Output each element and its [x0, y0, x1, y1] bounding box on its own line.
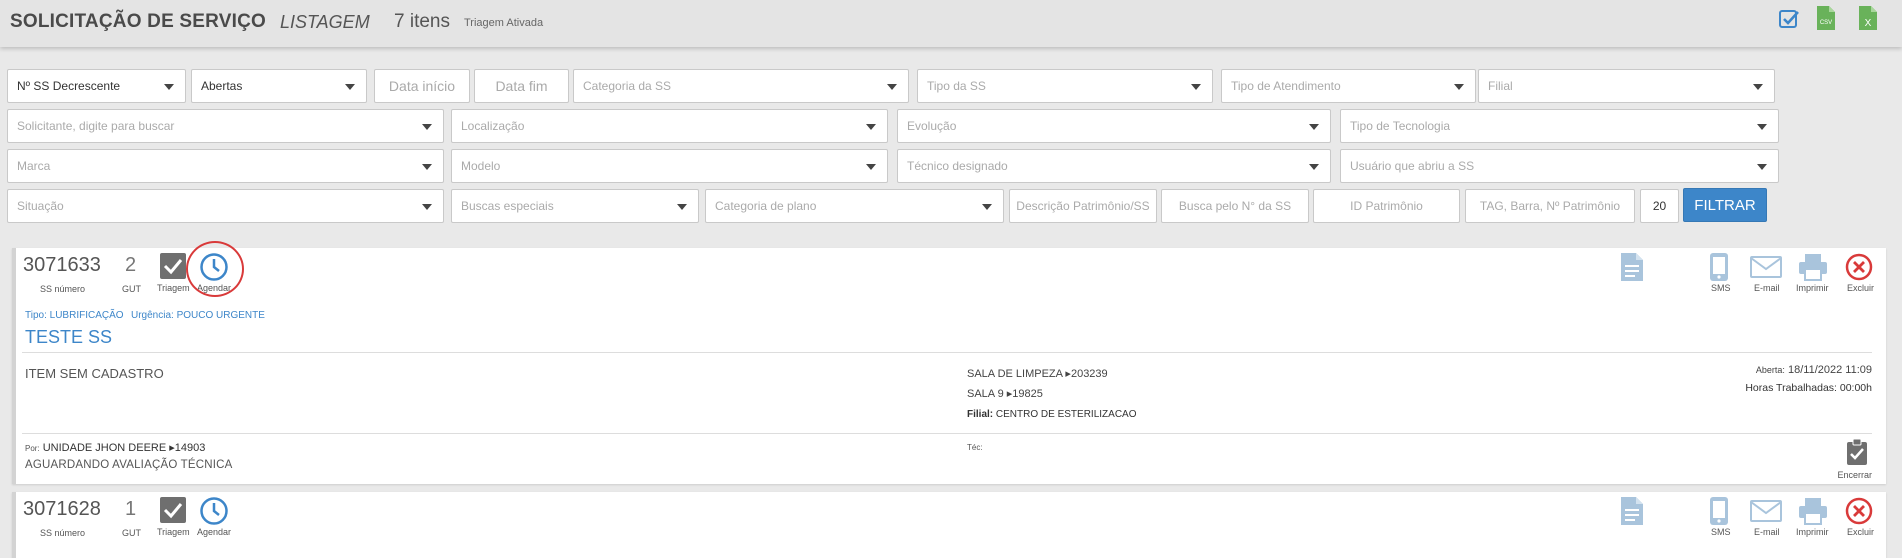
document-icon[interactable] — [1620, 252, 1644, 287]
date-end-input[interactable]: Data fim — [474, 69, 569, 103]
brand-select[interactable]: Marca — [7, 149, 444, 183]
svg-text:X: X — [1865, 18, 1872, 29]
category-select[interactable]: Categoria da SS — [573, 69, 909, 103]
situation-select[interactable]: Situação — [7, 189, 444, 223]
ss-number[interactable]: 3071628 — [23, 498, 101, 521]
triage-label: Triagem — [157, 283, 190, 293]
order-select[interactable]: Nº SS Decrescente — [7, 69, 186, 103]
gut-value: 1 — [125, 498, 137, 520]
special-search-select[interactable]: Buscas especiais — [451, 189, 699, 223]
ss-card: 3071633 SS número 2 GUT Triagem Agendar … — [12, 248, 1886, 484]
by-value: UNIDADE JHON DEERE ▸14903 — [42, 442, 206, 454]
ss-card: 3071628 SS número 1 GUT Triagem Agendar … — [12, 492, 1886, 558]
divider — [22, 352, 1872, 353]
technician-label: Téc: — [967, 443, 983, 452]
triage-check-icon[interactable] — [160, 253, 186, 284]
hours-label: Horas Trabalhadas: — [1745, 382, 1837, 394]
email-label: E-mail — [1754, 527, 1780, 537]
by-label: Por: — [25, 444, 40, 453]
model-select[interactable]: Modelo — [451, 149, 888, 183]
phone-icon[interactable] — [1709, 252, 1729, 287]
gut-label: GUT — [122, 528, 141, 538]
clock-icon[interactable] — [199, 496, 229, 531]
triage-status: Triagem Ativada — [464, 17, 544, 29]
schedule-label: Agendar — [197, 527, 232, 537]
ss-number[interactable]: 3071633 — [23, 254, 101, 277]
plan-category-select[interactable]: Categoria de plano — [705, 189, 1004, 223]
printer-icon[interactable] — [1798, 253, 1828, 286]
ss-item: ITEM SEM CADASTRO — [25, 366, 164, 381]
page-subtitle: LISTAGEM — [280, 12, 370, 32]
branch-select[interactable]: Filial — [1478, 69, 1775, 103]
document-icon[interactable] — [1620, 496, 1644, 531]
opened-value: 18/11/2022 11:09 — [1787, 364, 1872, 376]
per-page-input[interactable]: 20 — [1640, 189, 1679, 223]
branch-label: Filial: — [967, 409, 994, 420]
location-line-1: SALA DE LIMPEZA ▸203239 — [967, 368, 1108, 380]
status-select[interactable]: Abertas — [191, 69, 367, 103]
opened-date: Aberta: 18/11/2022 11:09 — [1756, 364, 1872, 376]
triage-check-icon[interactable] — [160, 497, 186, 528]
tech-type-select[interactable]: Tipo de Tecnologia — [1340, 109, 1779, 143]
type-select[interactable]: Tipo da SS — [917, 69, 1213, 103]
envelope-icon[interactable] — [1750, 500, 1782, 527]
sms-label: SMS — [1711, 527, 1731, 537]
clipboard-check-icon[interactable] — [1846, 438, 1868, 471]
page-header: SOLICITAÇÃO DE SERVIÇO LISTAGEM 7 itens … — [0, 0, 1902, 47]
gut-label: GUT — [122, 284, 141, 294]
ss-number-label: SS número — [40, 284, 86, 294]
evolution-select[interactable]: Evolução — [897, 109, 1331, 143]
attendance-select[interactable]: Tipo de Atendimento — [1221, 69, 1476, 103]
ss-title[interactable]: TESTE SS — [25, 327, 112, 348]
print-label: Imprimir — [1796, 527, 1829, 537]
triage-label: Triagem — [157, 527, 190, 537]
hours-value: 00:00h — [1839, 382, 1872, 394]
check-square-icon[interactable] — [1778, 8, 1800, 35]
divider — [22, 433, 1872, 434]
close-circle-icon[interactable] — [1845, 497, 1873, 530]
opened-label: Aberta: — [1755, 365, 1785, 375]
csv-file-icon[interactable]: CSV — [1816, 5, 1836, 36]
worked-hours: Horas Trabalhadas: 00:00h — [1745, 382, 1872, 394]
ss-urgency: Urgência: POUCO URGENTE — [131, 310, 265, 321]
location-line-2: SALA 9 ▸19825 — [967, 388, 1043, 400]
branch-value: CENTRO DE ESTERILIZACAO — [995, 409, 1137, 420]
ss-number-label: SS número — [40, 528, 86, 538]
opened-by-select[interactable]: Usuário que abriu a SS — [1340, 149, 1779, 183]
phone-icon[interactable] — [1709, 496, 1729, 531]
page-title: SOLICITAÇÃO DE SERVIÇO — [10, 11, 267, 32]
svg-text:CSV: CSV — [1820, 20, 1832, 26]
gut-value: 2 — [125, 254, 137, 276]
technician-select[interactable]: Técnico designado — [897, 149, 1331, 183]
highlight-ring — [186, 241, 244, 297]
ss-number-input[interactable]: Busca pelo N° da SS — [1161, 189, 1309, 223]
ss-status: AGUARDANDO AVALIAÇÃO TÉCNICA — [25, 459, 233, 471]
print-label: Imprimir — [1796, 283, 1829, 293]
asset-id-input[interactable]: ID Patrimônio — [1313, 189, 1460, 223]
location-select[interactable]: Localização — [451, 109, 888, 143]
ss-type: Tipo: LUBRIFICAÇÃO — [25, 310, 124, 321]
delete-label: Excluir — [1847, 283, 1875, 293]
description-input[interactable]: Descrição Patrimônio/SS — [1009, 189, 1157, 223]
filter-button[interactable]: FILTRAR — [1683, 188, 1767, 222]
requested-by: Por: UNIDADE JHON DEERE ▸14903 — [25, 441, 205, 454]
close-ss-label: Encerrar — [1837, 470, 1872, 480]
date-start-input[interactable]: Data início — [374, 69, 470, 103]
tag-input[interactable]: TAG, Barra, Nº Patrimônio — [1465, 189, 1635, 223]
sms-label: SMS — [1711, 283, 1731, 293]
item-count: 7 itens — [394, 11, 450, 32]
close-circle-icon[interactable] — [1845, 253, 1873, 286]
delete-label: Excluir — [1847, 527, 1875, 537]
excel-file-icon[interactable]: X — [1858, 5, 1878, 36]
email-label: E-mail — [1754, 283, 1780, 293]
branch-info: Filial: CENTRO DE ESTERILIZACAO — [967, 409, 1136, 420]
printer-icon[interactable] — [1798, 497, 1828, 530]
envelope-icon[interactable] — [1750, 256, 1782, 283]
requester-input[interactable]: Solicitante, digite para buscar — [7, 109, 444, 143]
